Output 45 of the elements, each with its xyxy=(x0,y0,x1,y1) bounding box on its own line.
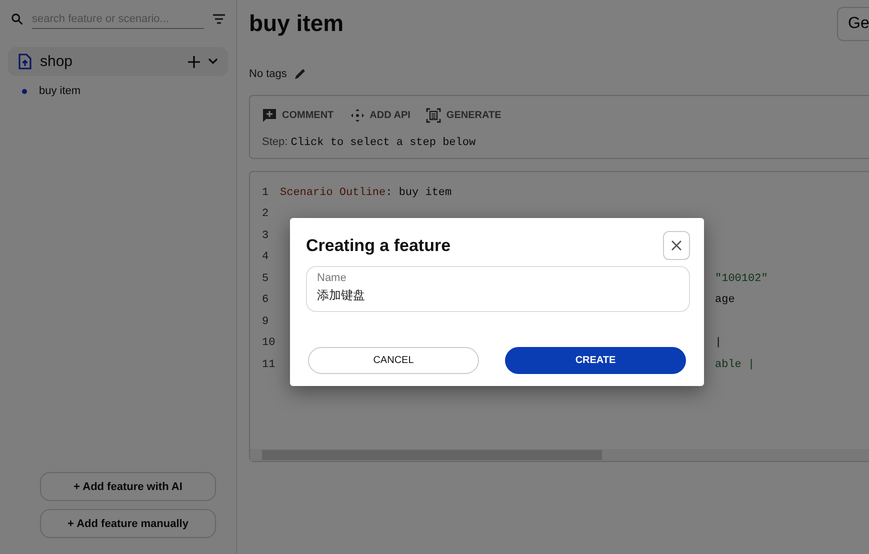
cancel-button[interactable]: CANCEL xyxy=(308,347,479,374)
add-comment-icon xyxy=(262,108,277,123)
name-field[interactable]: Name 添加键盘 xyxy=(306,266,690,312)
field-label: Name xyxy=(317,272,348,284)
code-text: | xyxy=(715,337,722,350)
plus-icon[interactable] xyxy=(188,56,200,68)
add-feature-button[interactable]: + Add feature manually xyxy=(40,509,216,538)
dialog-title: Creating a feature xyxy=(306,236,451,256)
line-number: 2 xyxy=(262,208,270,220)
add-feature-button[interactable]: + Add feature with AI xyxy=(40,472,216,501)
scenario-item[interactable]: buy item xyxy=(39,85,81,97)
line-number: 3 xyxy=(262,230,270,242)
feature-name: shop xyxy=(40,53,74,70)
pencil-icon[interactable] xyxy=(292,67,307,81)
line-number: 5 xyxy=(262,272,270,285)
code-text: age xyxy=(715,294,735,306)
step-value: Click to select a step below xyxy=(290,137,476,149)
move-arrows-icon xyxy=(350,108,365,123)
filter-icon[interactable] xyxy=(212,12,226,24)
file-upload-icon xyxy=(18,53,32,70)
line-number: 1 xyxy=(262,186,270,199)
chevron-icon[interactable] xyxy=(208,58,218,65)
document-scan-icon xyxy=(426,108,442,123)
line-number: 10 xyxy=(262,337,276,350)
field-value: 添加键盘 xyxy=(317,287,366,304)
line-number: 9 xyxy=(262,316,270,328)
code-text: able | xyxy=(715,358,755,371)
close-icon xyxy=(671,240,682,251)
toolbar-button[interactable]: ADD API xyxy=(350,108,410,123)
toolbar-button[interactable]: COMMENT xyxy=(262,108,334,123)
horizontal-scrollbar[interactable] xyxy=(250,449,869,461)
header-button[interactable]: Ge xyxy=(837,7,869,41)
tags-label: No tags xyxy=(249,68,287,80)
line-number: 11 xyxy=(262,358,276,371)
code-text: Scenario Outline: buy item xyxy=(280,186,452,199)
step-label: Step: xyxy=(262,136,288,148)
create-button[interactable]: CREATE xyxy=(505,347,686,374)
close-button[interactable] xyxy=(663,231,690,260)
feature-item[interactable]: shop xyxy=(8,47,228,76)
code-text: "100102" xyxy=(715,272,768,285)
line-number: 4 xyxy=(262,251,270,264)
toolbar-button[interactable]: GENERATE xyxy=(426,108,502,123)
page-title: buy item xyxy=(249,10,344,37)
search-icon xyxy=(10,12,24,26)
line-number: 6 xyxy=(262,294,270,306)
